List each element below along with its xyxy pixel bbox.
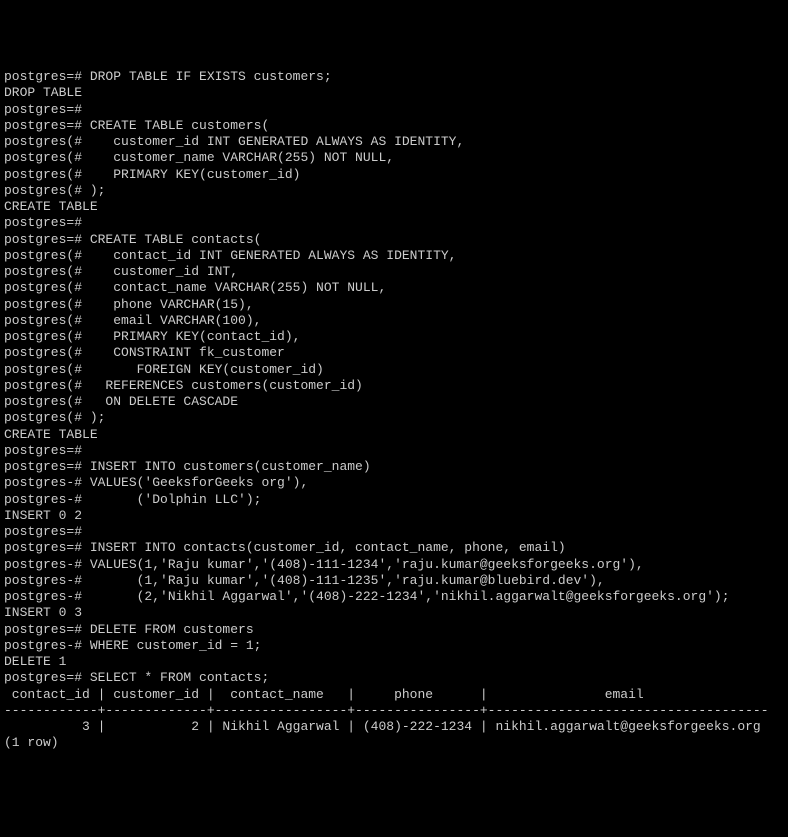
terminal-output[interactable]: postgres=# DROP TABLE IF EXISTS customer…: [4, 69, 784, 752]
